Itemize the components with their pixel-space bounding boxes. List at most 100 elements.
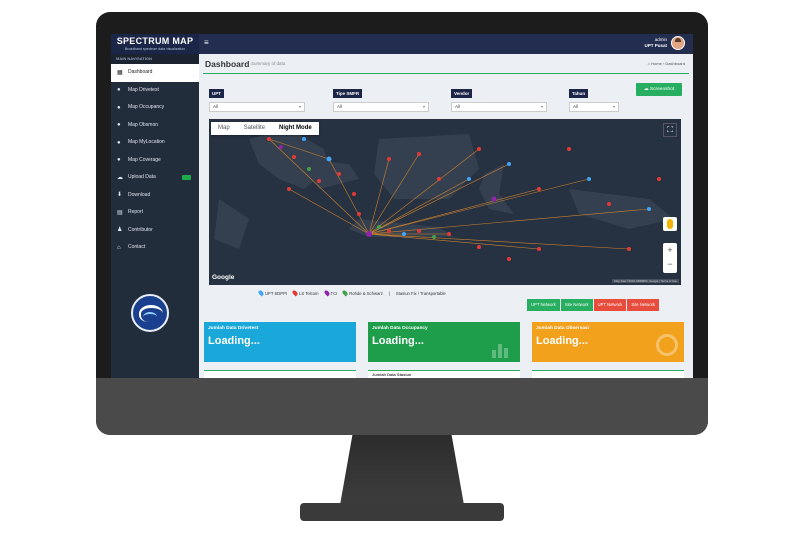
filter-label: Tipe SMFR [333, 89, 363, 98]
papua-land [569, 189, 674, 229]
sidebar-item-map-drivetest[interactable]: ● Map Drivetest [111, 82, 199, 100]
sidebar-item-download[interactable]: ⬇ Download [111, 187, 199, 205]
zoom-out-button[interactable]: − [663, 257, 677, 271]
map-canvas[interactable]: Map Satellite Night Mode ⛶ + − Google Ma… [209, 119, 681, 285]
legend-suffix: Stasiun Fix / Transportable [395, 290, 446, 296]
google-logo: Google [212, 274, 235, 281]
filter-label: UPT [209, 89, 224, 98]
page-title: Dashboard [205, 59, 250, 69]
tipe-smfr-select[interactable]: All ▾ [333, 102, 429, 112]
title-divider [203, 73, 689, 74]
dashboard-icon: ▦ [117, 69, 123, 76]
map-legend: UPT SDPPI LS Telcom TCI Rohde & Schwarz … [257, 289, 446, 297]
sidebar-item-label: Map Coverage [128, 156, 161, 163]
map-credit[interactable]: Map data ©2019 GBRMPA, Google | Terms of… [612, 279, 679, 283]
sidebar-item-map-mylocation[interactable]: ● Map MyLocation [111, 134, 199, 152]
select-value: All [337, 104, 343, 109]
brand[interactable]: SPECTRUM MAP Broadband spectrum data vis… [111, 34, 199, 54]
breadcrumb-home[interactable]: Home [651, 61, 662, 66]
sidebar-item-report[interactable]: ▤ Report [111, 204, 199, 222]
chevron-down-icon: ▾ [612, 104, 615, 109]
sidebar-item-map-coverage[interactable]: ● Map Coverage [111, 152, 199, 170]
pegman-icon[interactable] [663, 217, 677, 231]
map-tab-satellite[interactable]: Satellite [237, 122, 272, 135]
card-title: Jumlah Data Observasi [536, 326, 590, 331]
filter-label: Tahun [569, 89, 589, 98]
site-network-red-button[interactable]: Site Network [627, 299, 660, 311]
bar-chart-icon [492, 340, 512, 358]
vendor-select[interactable]: All ▾ [451, 102, 547, 112]
breadcrumb: ⌂ Home › Dashboard [648, 61, 685, 66]
stopwatch-icon [656, 334, 678, 356]
filter-upt: UPT All ▾ [209, 82, 305, 112]
download-icon: ⬇ [117, 192, 123, 198]
user-icon: ♟ [117, 227, 123, 233]
legend-label: TCI [330, 290, 338, 296]
site-network-button[interactable]: Site Network [560, 299, 593, 311]
row2-panel: Jumlah Data Stasiun [368, 370, 520, 378]
marker-icon [257, 289, 265, 297]
row2-panel [532, 370, 684, 378]
legend-item: Rohde & Schwarz [341, 289, 383, 297]
legend-label: UPT SDPPI [265, 290, 288, 296]
globe-icon: ● [117, 87, 121, 93]
sulawesi-land [479, 164, 514, 214]
kominfo-logo [131, 294, 169, 332]
globe-icon: ● [117, 104, 121, 111]
upt-network-red-button[interactable]: UPT Network [593, 299, 627, 311]
globe-icon: ● [117, 139, 121, 146]
chevron-down-icon: ▾ [298, 104, 301, 109]
legend-label: Rohde & Schwarz [349, 290, 383, 296]
monitor-chin [96, 378, 708, 435]
zoom-control: + − [663, 243, 677, 273]
screenshot-label: Screenshot [649, 87, 675, 92]
brand-subtitle: Broadband spectrum data visualization [124, 47, 186, 51]
sidebar-item-label: Report [128, 209, 144, 215]
map-tab-map[interactable]: Map [211, 122, 237, 135]
card-title: Jumlah Data Occupancy [372, 326, 428, 331]
row2-panel [204, 370, 356, 378]
sidebar-item-label: Map Drivetest [128, 86, 159, 93]
card-value: Loading... [208, 335, 260, 347]
sidebar-item-map-obsmon[interactable]: ● Map Obsmon [111, 117, 199, 135]
upload-icon: ☁ [117, 174, 123, 181]
upt-select[interactable]: All ▾ [209, 102, 305, 112]
sidebar-item-upload-data[interactable]: ☁ Upload Data [111, 169, 199, 187]
sidebar-item-label: Map Obsmon [128, 121, 159, 128]
sidebar-item-dashboard[interactable]: ▦ Dashboard [111, 64, 199, 82]
zoom-in-button[interactable]: + [663, 243, 677, 257]
avatar[interactable] [671, 36, 685, 50]
map-drawing [214, 129, 674, 261]
filter-label: Vendor [451, 89, 473, 98]
sidebar: MAIN NAVIGATION ▦ Dashboard ● Map Drivet… [111, 54, 199, 378]
user-menu[interactable]: admin UPT Pusat [644, 37, 667, 49]
menu-toggle-icon[interactable]: ≡ [204, 38, 209, 47]
breadcrumb-current: Dashboard [665, 61, 685, 66]
new-badge [182, 175, 191, 180]
network-buttons: UPT Network Site Network UPT Network Sit… [527, 299, 660, 311]
sidebar-item-label: Map Occupancy [128, 104, 165, 110]
monitor-mockup: SPECTRUM MAP Broadband spectrum data vis… [0, 0, 800, 533]
map-tab-night-mode[interactable]: Night Mode [272, 122, 319, 135]
filter-tahun: Tahun All ▾ [569, 82, 625, 112]
marker-icon [291, 289, 299, 297]
screenshot-button[interactable]: ☁ Screenshot [636, 83, 682, 96]
sidebar-item-label: Download [128, 191, 151, 198]
legend-item: TCI [322, 289, 338, 297]
tahun-select[interactable]: All ▾ [569, 102, 619, 112]
sidebar-item-map-occupancy[interactable]: ● Map Occupancy [111, 99, 199, 117]
filter-tipe-smfr: Tipe SMFR All ▾ [333, 82, 429, 112]
filter-vendor: Vendor All ▾ [451, 82, 547, 112]
select-value: All [573, 104, 579, 109]
marker-icon [322, 289, 331, 297]
sidebar-item-contributor[interactable]: ♟ Contributor [111, 222, 199, 240]
chevron-down-icon: ▾ [540, 104, 543, 109]
sidebar-item-contact[interactable]: ⌂ Contact [111, 239, 199, 257]
upt-network-button[interactable]: UPT Network [527, 299, 560, 311]
chevron-down-icon: ▾ [422, 104, 425, 109]
monitor-stand [340, 435, 464, 505]
screen: SPECTRUM MAP Broadband spectrum data vis… [111, 34, 693, 378]
fullscreen-icon[interactable]: ⛶ [663, 123, 677, 137]
sidebar-item-label: Contact [128, 244, 146, 250]
select-value: All [213, 104, 219, 109]
